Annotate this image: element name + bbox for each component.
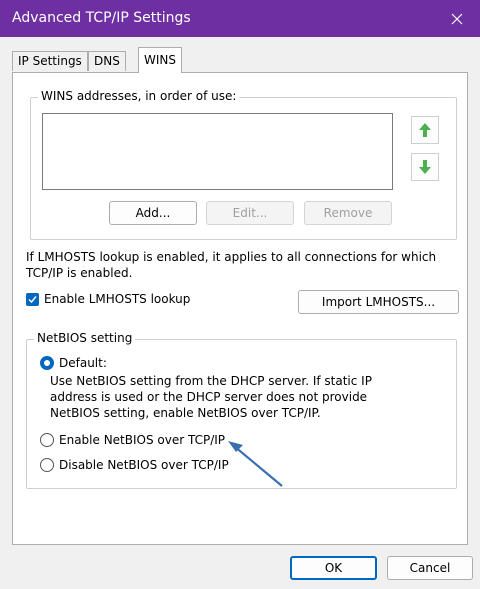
cancel-button[interactable]: Cancel [387, 556, 473, 580]
lmhosts-checkbox[interactable] [26, 292, 39, 306]
remove-button[interactable]: Remove [304, 201, 392, 225]
arrow-down-icon [419, 160, 431, 174]
netbios-enable-label: Enable NetBIOS over TCP/IP [59, 433, 226, 447]
wins-tab-panel: WINS addresses, in order of use: Add... … [12, 72, 468, 545]
add-button[interactable]: Add... [109, 201, 197, 225]
netbios-default-label: Default: [59, 356, 107, 370]
netbios-disable-radio[interactable] [40, 458, 54, 472]
netbios-default-option[interactable]: Default: [40, 356, 107, 370]
netbios-default-description: Use NetBIOS setting from the DHCP server… [50, 374, 372, 420]
lmhosts-info-text: If LMHOSTS lookup is enabled, it applies… [26, 250, 437, 280]
title-bar: Advanced TCP/IP Settings [0, 0, 480, 37]
move-up-button[interactable] [411, 116, 439, 144]
arrow-up-icon [419, 123, 431, 137]
netbios-setting-label: NetBIOS setting [34, 331, 136, 345]
move-down-button[interactable] [411, 153, 439, 181]
netbios-disable-option[interactable]: Disable NetBIOS over TCP/IP [40, 458, 229, 472]
advanced-tcpip-dialog: Advanced TCP/IP Settings IP Settings DNS… [0, 0, 480, 589]
lmhosts-checkbox-row[interactable]: Enable LMHOSTS lookup [26, 292, 190, 306]
tab-dns[interactable]: DNS [88, 51, 126, 71]
wins-addresses-label: WINS addresses, in order of use: [38, 89, 240, 103]
checkmark-icon [28, 295, 37, 303]
netbios-enable-option[interactable]: Enable NetBIOS over TCP/IP [40, 433, 225, 447]
tab-ip-settings[interactable]: IP Settings [12, 51, 88, 71]
close-button[interactable] [434, 0, 480, 37]
close-icon [451, 13, 463, 24]
netbios-disable-label: Disable NetBIOS over TCP/IP [59, 458, 229, 472]
edit-button[interactable]: Edit... [206, 201, 294, 225]
window-title: Advanced TCP/IP Settings [12, 10, 191, 26]
netbios-default-radio[interactable] [40, 356, 54, 370]
tab-wins[interactable]: WINS [138, 47, 182, 73]
lmhosts-checkbox-label: Enable LMHOSTS lookup [44, 292, 191, 306]
wins-address-list[interactable] [42, 113, 393, 190]
ok-button[interactable]: OK [290, 556, 377, 580]
import-lmhosts-button[interactable]: Import LMHOSTS... [298, 290, 459, 314]
netbios-enable-radio[interactable] [40, 433, 54, 447]
